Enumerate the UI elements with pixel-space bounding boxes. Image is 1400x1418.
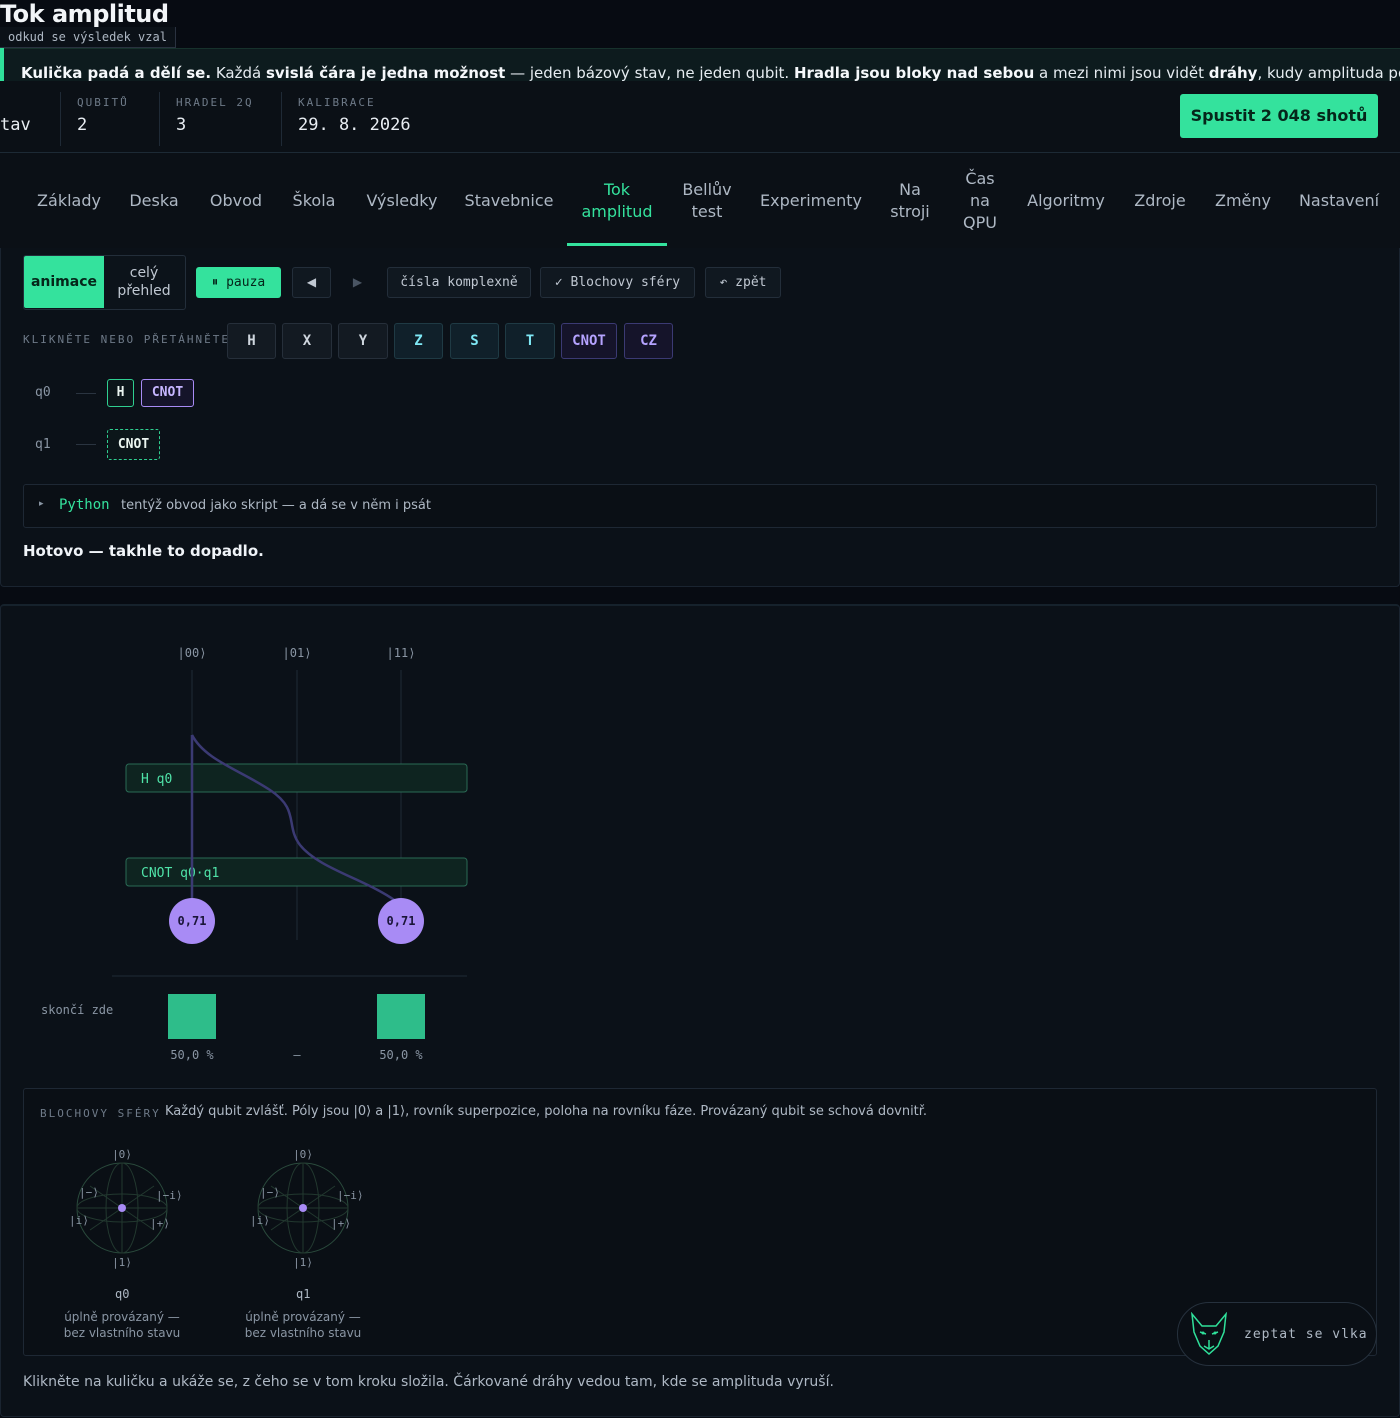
python-label: Python bbox=[59, 497, 110, 513]
result-label-00: 50,0 % bbox=[170, 1048, 214, 1062]
svg-text:|1⟩: |1⟩ bbox=[293, 1256, 313, 1269]
flow-gate-h-q0-label: H q0 bbox=[141, 772, 172, 787]
tab-cas-na-qpu[interactable]: Čas na QPU bbox=[950, 153, 1010, 248]
banner-accent bbox=[0, 48, 4, 81]
page-title: Tok amplitud bbox=[0, 0, 169, 28]
svg-text:|1⟩: |1⟩ bbox=[112, 1256, 132, 1269]
divider bbox=[281, 92, 282, 146]
flow-gate-cnot-label: CNOT q0·q1 bbox=[141, 866, 219, 881]
result-label-11: 50,0 % bbox=[379, 1048, 423, 1062]
stat-qubits-label: QUBITŮ bbox=[77, 96, 129, 109]
svg-text:|−⟩: |−⟩ bbox=[260, 1186, 280, 1199]
qubit-label-q0: q0 bbox=[35, 385, 51, 400]
svg-text:|i⟩: |i⟩ bbox=[69, 1214, 89, 1227]
bloch-spheres-section bbox=[23, 1088, 1377, 1356]
palette-gate-z[interactable]: Z bbox=[394, 323, 443, 359]
stat-calib-label: KALIBRACE bbox=[298, 96, 376, 109]
palette-gate-y[interactable]: Y bbox=[338, 323, 388, 359]
divider bbox=[159, 92, 160, 146]
circuit-panel bbox=[0, 248, 1400, 587]
stat-gates-label: HRADEL 2Q bbox=[176, 96, 254, 109]
bloch-q0-label: q0 bbox=[115, 1287, 130, 1301]
circuit-gate-h-q0[interactable]: H bbox=[107, 379, 134, 407]
svg-text:|−i⟩: |−i⟩ bbox=[337, 1189, 364, 1202]
done-message: Hotovo — takhle to dopadlo. bbox=[23, 542, 264, 560]
stat-qubits-value: 2 bbox=[77, 115, 88, 135]
svg-text:|+⟩: |+⟩ bbox=[331, 1217, 351, 1230]
divider bbox=[60, 92, 61, 146]
result-bars bbox=[168, 994, 425, 1039]
svg-text:|0⟩: |0⟩ bbox=[293, 1148, 313, 1161]
palette-gate-cnot[interactable]: CNOT bbox=[561, 323, 617, 359]
bloch-description: Každý qubit zvlášť. Póly jsou |0⟩ a |1⟩,… bbox=[165, 1104, 928, 1119]
active-tab-indicator bbox=[567, 243, 667, 246]
flow-gate-h-q0[interactable] bbox=[125, 763, 468, 793]
step-back-button[interactable]: ◀ bbox=[292, 267, 331, 298]
tab-nastaveni[interactable]: Nastavení bbox=[1292, 153, 1386, 248]
result-label-01: – bbox=[293, 1048, 301, 1062]
disclosure-arrow-icon: ▸ bbox=[39, 499, 44, 509]
tab-experimenty[interactable]: Experimenty bbox=[754, 153, 868, 248]
state-label-11: |11⟩ bbox=[387, 646, 416, 660]
step-forward-button[interactable]: ▶ bbox=[339, 267, 376, 298]
palette-gate-x[interactable]: X bbox=[282, 323, 332, 359]
python-description: tentýž obvod jako skript — a dá se v něm… bbox=[121, 498, 431, 513]
qubit-label-q1: q1 bbox=[35, 437, 51, 452]
tab-obvod[interactable]: Obvod bbox=[200, 153, 272, 248]
bloch-q1-note: úplně provázaný — bez vlastního stavu bbox=[244, 1310, 362, 1340]
wire-q1 bbox=[76, 444, 96, 445]
circuit-gate-cnot-target[interactable]: CNOT bbox=[107, 429, 160, 460]
svg-text:|−i⟩: |−i⟩ bbox=[156, 1189, 183, 1202]
bloch-label: BLOCHOVY SFÉRY bbox=[40, 1107, 161, 1120]
tab-skola[interactable]: Škola bbox=[284, 153, 344, 248]
undo-button[interactable]: ↶ zpět bbox=[705, 267, 781, 298]
circuit-gate-cnot-control[interactable]: CNOT bbox=[141, 379, 194, 407]
stat-cut-value: tav bbox=[0, 115, 31, 135]
ends-here-label: skončí zde bbox=[41, 1003, 113, 1017]
complex-numbers-toggle[interactable]: čísla komplexně bbox=[387, 267, 531, 298]
stat-gates-value: 3 bbox=[176, 115, 187, 135]
tab-zdroje[interactable]: Zdroje bbox=[1124, 153, 1196, 248]
amplitude-ball-00-label: 0,71 bbox=[178, 914, 207, 928]
bloch-q0-note: úplně provázaný — bez vlastního stavu bbox=[63, 1310, 181, 1340]
tab-algoritmy[interactable]: Algoritmy bbox=[1020, 153, 1112, 248]
wolf-icon bbox=[1191, 1312, 1227, 1356]
palette-hint: KLIKNĚTE NEBO PŘETÁHNĚTE bbox=[23, 333, 230, 346]
stat-calib-value: 29. 8. 2026 bbox=[298, 115, 411, 135]
footer-hint: Klikněte na kuličku a ukáže se, z čeho s… bbox=[23, 1374, 834, 1390]
bloch-spheres-toggle[interactable]: ✓ Blochovy sféry bbox=[540, 267, 695, 298]
mode-animation-button[interactable]: animace bbox=[24, 256, 104, 308]
svg-text:|−⟩: |−⟩ bbox=[79, 1186, 99, 1199]
tab-vysledky[interactable]: Výsledky bbox=[356, 153, 448, 248]
palette-gate-cz[interactable]: CZ bbox=[624, 323, 673, 359]
palette-gate-s[interactable]: S bbox=[450, 323, 499, 359]
bloch-q1-label: q1 bbox=[296, 1287, 311, 1301]
run-shots-button[interactable]: Spustit 2 048 shotů bbox=[1180, 94, 1378, 138]
palette-gate-t[interactable]: T bbox=[505, 323, 555, 359]
svg-text:|i⟩: |i⟩ bbox=[250, 1214, 270, 1227]
svg-text:|0⟩: |0⟩ bbox=[112, 1148, 132, 1161]
tab-belluv-test[interactable]: Bellův test bbox=[672, 153, 742, 248]
wire-q0 bbox=[76, 393, 96, 394]
ask-wolf-label: zeptat se vlka bbox=[1244, 1327, 1368, 1342]
palette-gate-h[interactable]: H bbox=[227, 323, 276, 359]
state-label-01: |01⟩ bbox=[283, 646, 312, 660]
page-subtitle: odkud se výsledek vzal bbox=[0, 27, 176, 48]
banner-text: Kulička padá a dělí se. Každá svislá čár… bbox=[21, 64, 1400, 82]
tab-tok-amplitud[interactable]: Tok amplitud bbox=[575, 153, 659, 248]
mode-overview-button[interactable]: celý přehled bbox=[104, 256, 184, 308]
pause-button[interactable]: ⏸ pauza bbox=[196, 267, 281, 298]
state-label-00: |00⟩ bbox=[178, 646, 207, 660]
svg-text:|+⟩: |+⟩ bbox=[150, 1217, 170, 1230]
tab-deska[interactable]: Deska bbox=[120, 153, 188, 248]
tab-na-stroji[interactable]: Na stroji bbox=[880, 153, 940, 248]
tab-zaklady[interactable]: Základy bbox=[26, 153, 112, 248]
tab-zmeny[interactable]: Změny bbox=[1206, 153, 1280, 248]
amplitude-flow-diagram: |00⟩ |01⟩ |11⟩ H q0 CNOT q0·q1 0,71 0,71… bbox=[41, 646, 468, 1062]
amplitude-ball-11-label: 0,71 bbox=[387, 914, 416, 928]
tab-stavebnice[interactable]: Stavebnice bbox=[458, 153, 560, 248]
result-bar-11 bbox=[377, 994, 425, 1039]
result-bar-00 bbox=[168, 994, 216, 1039]
